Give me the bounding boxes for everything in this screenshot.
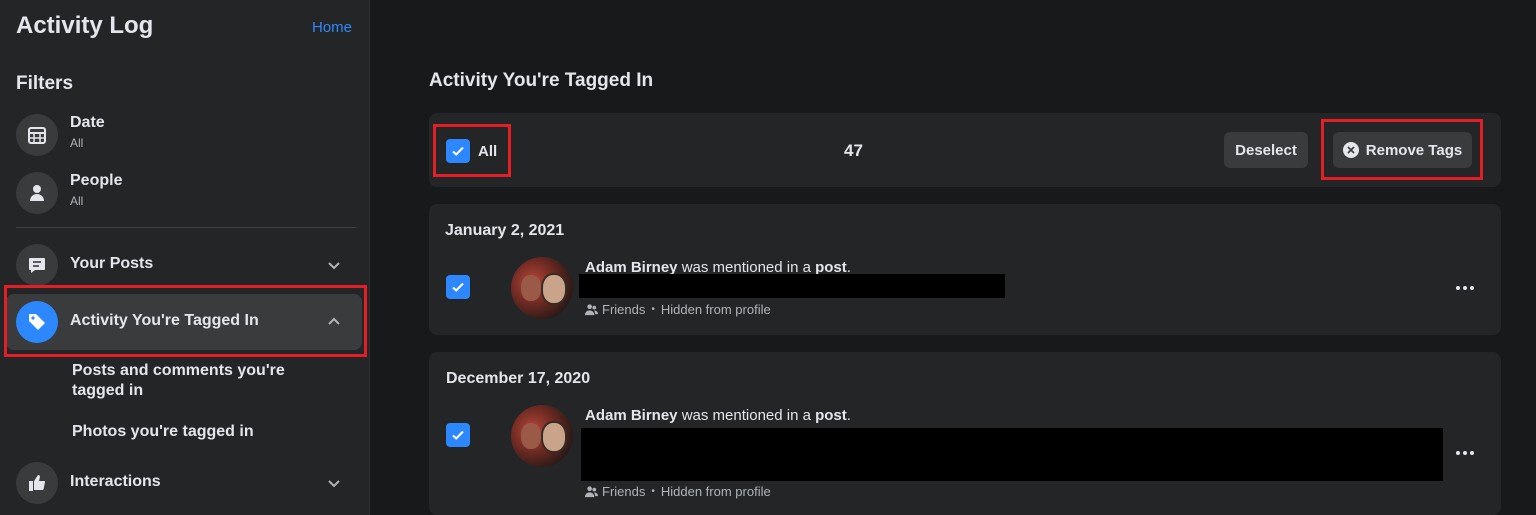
more-options-icon[interactable] <box>1453 441 1477 465</box>
avatar[interactable] <box>511 405 573 467</box>
activity-card: December 17, 2020 Adam Birney was mentio… <box>429 352 1501 515</box>
nav-interactions[interactable]: Interactions <box>16 458 356 508</box>
filter-people-label: People <box>70 172 123 189</box>
deselect-button-label: Deselect <box>1235 141 1297 159</box>
activity-card: January 2, 2021 Adam Birney was mentione… <box>429 204 1501 335</box>
audience-label: Friends <box>602 302 646 317</box>
visibility-label: Hidden from profile <box>660 302 771 317</box>
deselect-button[interactable]: Deselect <box>1224 132 1308 168</box>
friends-icon <box>585 304 598 316</box>
redacted-content <box>579 274 1005 298</box>
audience-label: Friends <box>602 484 646 499</box>
post-link[interactable]: post <box>815 407 847 424</box>
person-icon <box>16 172 58 214</box>
nav-your-posts[interactable]: Your Posts <box>16 240 356 290</box>
highlight-box-nav <box>4 285 367 357</box>
visibility-label: Hidden from profile <box>660 484 771 499</box>
entry-checkbox[interactable] <box>446 275 470 299</box>
chevron-down-icon <box>328 480 340 488</box>
entry-meta: Friends • Hidden from profile <box>585 302 771 317</box>
friends-icon <box>585 486 598 498</box>
calendar-icon <box>16 114 58 156</box>
entry-checkbox[interactable] <box>446 423 470 447</box>
card-date: December 17, 2020 <box>446 370 591 387</box>
entry-name[interactable]: Adam Birney <box>585 407 678 424</box>
home-link[interactable]: Home <box>312 19 352 36</box>
sidebar: Activity Log Home Filters Date All Peopl… <box>0 0 370 515</box>
entry-meta: Friends • Hidden from profile <box>585 484 771 499</box>
redacted-content <box>581 428 1443 481</box>
nav-interactions-label: Interactions <box>70 473 161 490</box>
more-options-icon[interactable] <box>1453 276 1477 300</box>
section-title: Activity You're Tagged In <box>429 70 654 91</box>
card-date: January 2, 2021 <box>445 222 565 239</box>
filters-heading: Filters <box>16 73 74 94</box>
entry-text: Adam Birney was mentioned in a post. <box>585 407 851 424</box>
sidebar-divider <box>16 227 356 228</box>
avatar[interactable] <box>511 257 573 319</box>
highlight-box-remove-tags <box>1321 119 1483 180</box>
subnav-photos[interactable]: Photos you're tagged in <box>72 422 312 442</box>
filter-people[interactable]: People All <box>16 168 356 218</box>
posts-icon <box>16 244 58 286</box>
filter-date-value: All <box>70 136 84 150</box>
filter-date[interactable]: Date All <box>16 110 356 160</box>
page-title: Activity Log <box>16 12 154 39</box>
thumbs-up-icon <box>16 462 58 504</box>
filter-date-label: Date <box>70 114 105 131</box>
highlight-box-select-all <box>433 124 511 177</box>
chevron-down-icon <box>328 262 340 270</box>
subnav-posts-comments[interactable]: Posts and comments you're tagged in <box>72 361 312 401</box>
nav-your-posts-label: Your Posts <box>70 255 154 272</box>
selected-count: 47 <box>844 141 863 160</box>
filter-people-value: All <box>70 194 84 208</box>
